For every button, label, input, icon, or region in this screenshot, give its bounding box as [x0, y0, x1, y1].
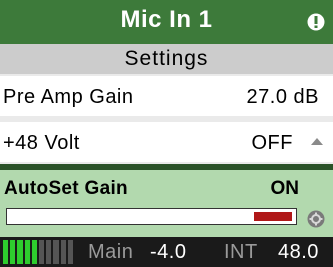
autoset-level-fill: [254, 212, 292, 221]
main-label: Main: [88, 241, 134, 263]
pre-amp-gain-value: 27.0 dB: [246, 86, 319, 108]
int-value: 48.0: [278, 241, 319, 263]
meter-segment: [31, 240, 38, 264]
meter-segment: [60, 240, 66, 264]
meter-segment: [3, 240, 9, 264]
channel-title: Mic In 1: [120, 6, 213, 33]
autoset-gain-label: AutoSet Gain: [4, 178, 128, 199]
meter-segment: [46, 240, 52, 264]
phantom-power-label: +48 Volt: [3, 132, 80, 154]
pre-amp-gain-label: Pre Amp Gain: [3, 86, 134, 108]
meter-segment: [17, 240, 23, 264]
meter-segment: [39, 240, 45, 264]
int-label: INT: [224, 241, 258, 263]
meter-segment: [53, 240, 59, 264]
device-screen: Mic In 1 Settings Pre Amp Gain 27.0 dB +…: [0, 0, 333, 267]
pre-amp-gain-row[interactable]: Pre Amp Gain 27.0 dB: [0, 76, 333, 116]
main-value: -4.0: [150, 241, 187, 263]
autoset-gain-row[interactable]: AutoSet Gain ON: [0, 170, 333, 237]
scroll-up-icon[interactable]: [311, 138, 323, 145]
phantom-power-value: OFF: [251, 132, 293, 154]
settings-icon[interactable]: [307, 210, 325, 228]
autoset-level-bar: [6, 208, 297, 225]
title-bar: Mic In 1: [0, 0, 333, 44]
meter-segment: [67, 240, 74, 264]
level-meter: [3, 240, 74, 264]
meter-segment: [24, 240, 30, 264]
meter-segment: [10, 240, 16, 264]
info-icon[interactable]: [307, 13, 325, 31]
page-subtitle: Settings: [0, 44, 333, 74]
status-bar: Main -4.0 INT 48.0: [0, 237, 333, 267]
phantom-power-row[interactable]: +48 Volt OFF: [0, 122, 333, 162]
autoset-gain-value: ON: [270, 178, 300, 199]
